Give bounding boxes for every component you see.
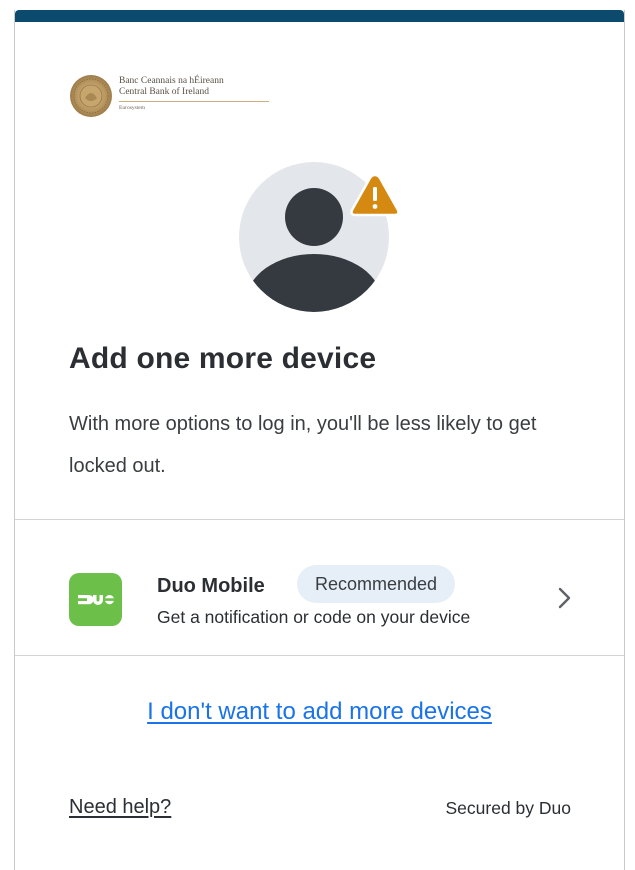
bank-logo: Banc Ceannais na hÉireann Central Bank o… (69, 72, 269, 122)
skip-add-device-link[interactable]: I don't want to add more devices (15, 698, 624, 726)
recommended-badge: Recommended (297, 565, 456, 603)
divider-bottom (15, 655, 624, 656)
option-subtitle: Get a notification or code on your devic… (157, 607, 471, 627)
duo-mobile-icon (69, 573, 122, 626)
logo-text: Banc Ceannais na hÉireann Central Bank o… (119, 76, 269, 112)
bank-seal-icon (70, 75, 112, 117)
warning-icon (350, 173, 400, 217)
secured-by-duo: Secured by Duo (445, 798, 572, 818)
need-help-link[interactable]: Need help? (69, 796, 171, 819)
option-name: Duo Mobile (157, 575, 265, 597)
chevron-right-icon (558, 587, 571, 609)
logo-english-name: Central Bank of Ireland (119, 87, 209, 97)
page-title: Add one more device (69, 342, 377, 375)
duo-mobile-option[interactable]: Duo Mobile Recommended Get a notificatio… (15, 521, 624, 657)
divider-top (15, 519, 624, 520)
page: Banc Ceannais na hÉireann Central Bank o… (0, 0, 635, 870)
logo-eurosystem: Eurosystem (119, 105, 145, 111)
logo-irish-name: Banc Ceannais na hÉireann (119, 76, 224, 86)
top-accent-bar (15, 10, 624, 22)
logo-rule (119, 101, 269, 102)
page-description: With more options to log in, you'll be l… (69, 413, 537, 477)
prompt-card: Banc Ceannais na hÉireann Central Bank o… (14, 10, 625, 870)
